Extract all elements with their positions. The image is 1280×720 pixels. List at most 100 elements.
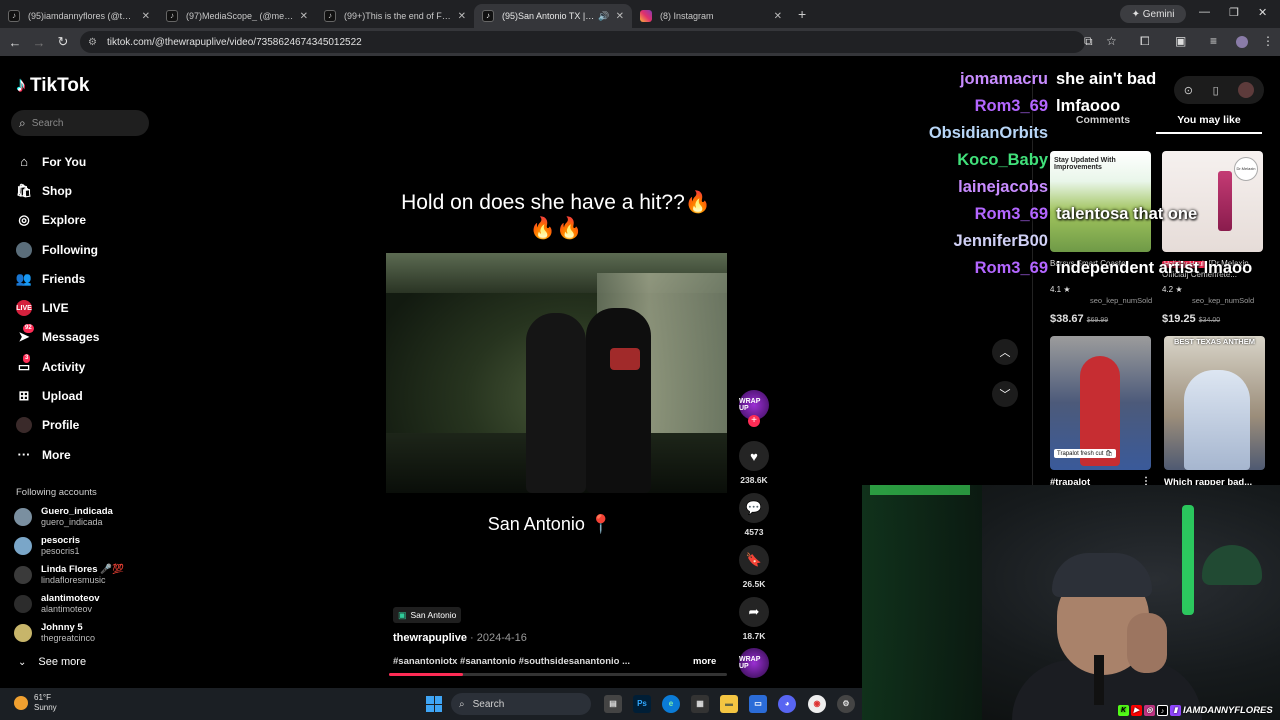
menu-kebab-icon[interactable]: ⋮ xyxy=(1262,34,1274,48)
product-seller: seo_kep_numSold xyxy=(1090,296,1153,305)
sidebar-item-more[interactable]: ··· More xyxy=(16,440,156,469)
back-icon[interactable]: ← xyxy=(3,35,27,50)
webcam-overlay xyxy=(862,485,1280,720)
discord-icon[interactable]: ◕ xyxy=(778,695,796,713)
following-account[interactable]: alantimoteov alantimoteov xyxy=(14,593,100,615)
bookmark-star-icon[interactable]: ☆ xyxy=(1106,34,1117,48)
video-card-texas-anthem[interactable]: BEST TEXAS ANTHEM xyxy=(1164,336,1265,470)
device-icon[interactable]: ▯ xyxy=(1213,84,1219,97)
tiktok-logo[interactable]: ♪ TikTok xyxy=(16,74,89,97)
sidebar-item-explore[interactable]: ◎ Explore xyxy=(16,206,156,235)
product-seller: seo_kep_numSold xyxy=(1192,296,1255,305)
tiktok-icon: ♪ xyxy=(8,10,20,22)
author-name[interactable]: thewrapuplive xyxy=(393,632,467,644)
sidebar-item-following[interactable]: Following xyxy=(16,235,156,264)
like-button[interactable]: ♥ 238.6K xyxy=(738,441,770,485)
close-icon[interactable]: ✕ xyxy=(142,11,150,22)
hashtags[interactable]: #sanantoniotx #sanantonio #southsidesana… xyxy=(393,656,630,667)
browser-tab-1[interactable]: ♪ (95)iamdannyflores (@theflore ✕ xyxy=(0,4,158,28)
following-account[interactable]: Johnny 5 thegreatcinco xyxy=(14,622,95,644)
browser-tab-3[interactable]: ♪ (99+)This is the end of FaZe Cla ✕ xyxy=(316,4,474,28)
windows-start-icon[interactable] xyxy=(426,696,442,712)
sidebar-item-profile[interactable]: Profile xyxy=(16,411,156,440)
install-icon[interactable]: ⧉ xyxy=(1084,34,1093,49)
task-view-icon[interactable]: ▤ xyxy=(604,695,622,713)
new-tab-icon[interactable]: + xyxy=(798,6,806,22)
minimize-icon[interactable]: — xyxy=(1199,6,1210,18)
app-gear-icon[interactable]: ⚙ xyxy=(837,695,855,713)
scroll-up-button[interactable]: ︿ xyxy=(992,339,1018,365)
reload-icon[interactable]: ↻ xyxy=(51,34,75,50)
browser-tab-5[interactable]: (8) Instagram ✕ xyxy=(632,4,790,28)
sidebar-item-live[interactable]: LIVE LIVE xyxy=(16,293,156,322)
following-account[interactable]: Guero_indicada guero_indicada xyxy=(14,506,113,528)
weather-widget[interactable]: 61°F Sunny xyxy=(14,693,57,713)
restore-icon[interactable]: ❐ xyxy=(1229,6,1239,19)
chat-user: Koco_Baby xyxy=(957,151,1048,169)
following-account[interactable]: Linda Flores 🎤💯 lindafloresmusic xyxy=(14,564,124,586)
account-handle: guero_indicada xyxy=(41,517,103,527)
media-icon[interactable]: ≡ xyxy=(1210,34,1217,48)
speaker-icon[interactable]: 🔊 xyxy=(598,11,609,22)
edge-icon[interactable]: e xyxy=(662,695,680,713)
window-close-icon[interactable]: ✕ xyxy=(1258,6,1267,19)
browser-tab-4-active[interactable]: ♪ (95)San Antonio TX | South 🔊 ✕ xyxy=(474,4,632,28)
tiktok-icon: ♪ xyxy=(1157,704,1168,716)
video-player[interactable] xyxy=(386,253,727,493)
close-icon[interactable]: ✕ xyxy=(300,11,308,22)
close-icon[interactable]: ✕ xyxy=(458,11,466,22)
product-rating: 4.2 ★ xyxy=(1162,285,1183,294)
product-card-coaster[interactable]: Stay Updated With Improvements xyxy=(1050,151,1151,252)
store-icon[interactable]: ▦ xyxy=(691,695,709,713)
sidebar-item-upload[interactable]: ⊞ Upload xyxy=(16,381,156,410)
sidebar-item-for-you[interactable]: ⌂ For You xyxy=(16,147,156,176)
close-icon[interactable]: ✕ xyxy=(616,11,624,22)
follow-plus-icon[interactable]: + xyxy=(748,415,760,427)
photoshop-icon[interactable]: Ps xyxy=(633,695,651,713)
browser-tab-2[interactable]: ♪ (97)MediaScope_ (@mediascop ✕ xyxy=(158,4,316,28)
bookmark-icon: 🔖 xyxy=(739,545,769,575)
close-icon[interactable]: ✕ xyxy=(774,11,782,22)
sidebar-item-shop[interactable]: 🛍 Shop xyxy=(16,176,156,205)
site-info-icon[interactable]: ⚙ xyxy=(88,37,97,48)
creator-badge: WRAP UP xyxy=(739,398,761,412)
forward-icon[interactable]: → xyxy=(27,35,51,50)
gemini-button[interactable]: ✦ Gemini xyxy=(1120,5,1186,23)
tab-comments[interactable]: Comments xyxy=(1050,114,1156,134)
sidebar-item-friends[interactable]: 👥 Friends xyxy=(16,264,156,293)
address-bar[interactable]: ⚙ tiktok.com/@thewrapuplive/video/735862… xyxy=(80,31,1085,53)
video-person-1 xyxy=(526,313,586,493)
comment-button[interactable]: 💬 4573 xyxy=(738,493,770,537)
save-button[interactable]: 🔖 26.5K xyxy=(738,545,770,589)
more-link[interactable]: more xyxy=(693,656,716,667)
location-tag[interactable]: ▣ San Antonio xyxy=(393,607,462,623)
video-caption-bottom: San Antonio 📍 xyxy=(487,514,613,534)
file-explorer-icon[interactable]: ▬ xyxy=(720,695,738,713)
search-input[interactable]: ⌕ Search xyxy=(11,110,149,136)
profile-avatar-icon[interactable] xyxy=(1236,36,1248,48)
product-card-serum[interactable]: Dr.Melaxin xyxy=(1162,151,1263,252)
following-account[interactable]: pesocris pesocris1 xyxy=(14,535,80,557)
app-window-icon[interactable]: ▭ xyxy=(749,695,767,713)
tab-you-may-like[interactable]: You may like xyxy=(1156,114,1262,134)
share-button[interactable]: ➦ 18.7K xyxy=(738,597,770,641)
video-card-trapalot[interactable]: Trapalot fresh cut 🛍 xyxy=(1050,336,1151,470)
disc-badge: WRAP UP xyxy=(739,656,761,670)
save-count: 26.5K xyxy=(742,579,766,589)
scroll-down-button[interactable]: ﹀ xyxy=(992,381,1018,407)
video-progress-bar[interactable] xyxy=(389,673,727,676)
user-avatar[interactable] xyxy=(1238,82,1255,98)
card-overlay-text: BEST TEXAS ANTHEM xyxy=(1174,337,1255,346)
serum-bottle xyxy=(1218,171,1232,231)
date-separator: · xyxy=(466,632,477,644)
compass-icon[interactable]: ⊙ xyxy=(1184,84,1193,97)
sidebar-item-activity[interactable]: ▭ 3 Activity xyxy=(16,352,156,381)
see-more-button[interactable]: ⌄ See more xyxy=(18,656,86,668)
extensions-icon[interactable]: ⧠ xyxy=(1140,34,1150,49)
music-disc[interactable]: WRAP UP xyxy=(739,648,769,678)
taskbar-search[interactable]: ⌕ Search xyxy=(451,693,591,715)
sidebar-item-messages[interactable]: ➤ 92 Messages xyxy=(16,323,156,352)
sidepanel-icon[interactable]: ▣ xyxy=(1175,34,1186,48)
live-icon: LIVE xyxy=(16,300,32,317)
chrome-icon[interactable]: ◉ xyxy=(808,695,826,713)
